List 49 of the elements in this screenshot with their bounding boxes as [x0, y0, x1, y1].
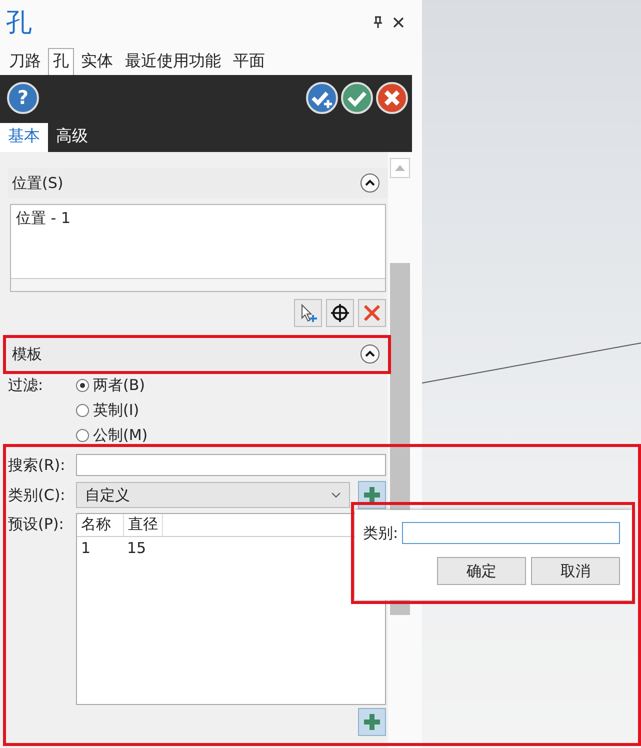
ribbon-tab[interactable]: 平面	[228, 48, 270, 75]
category-label: 类别:	[363, 524, 398, 542]
close-icon[interactable]	[393, 16, 404, 28]
section-header[interactable]: 模板	[8, 339, 388, 369]
category-dropdown[interactable]: 自定义	[76, 482, 350, 508]
column-header[interactable]: 直径	[124, 514, 163, 536]
cancel-icon[interactable]	[376, 82, 408, 114]
sub-tab[interactable]: 基本	[0, 123, 48, 152]
section-title: 模板	[12, 344, 43, 364]
preset-label: 预设(P):	[8, 514, 65, 535]
ribbon-tab[interactable]: 刀路	[4, 48, 46, 75]
pin-icon[interactable]	[373, 16, 383, 28]
radio-option[interactable]: 两者(B)	[76, 376, 145, 395]
radio-option[interactable]: 英制(I)	[76, 401, 140, 420]
table-cell-text: 1	[80, 538, 92, 559]
delete-icon	[363, 304, 381, 322]
dialog-button[interactable]: 取消	[531, 557, 620, 585]
table-cell-text: 15	[126, 538, 148, 559]
collapse-icon[interactable]	[360, 173, 380, 193]
ok-icon[interactable]	[341, 82, 373, 114]
column-header[interactable]: 名称	[77, 514, 124, 536]
category-label: 类别(C):	[8, 486, 66, 504]
horizontal-scrollbar[interactable]	[11, 278, 385, 291]
crosshair-icon	[330, 303, 350, 323]
caret-icon	[331, 492, 341, 498]
search-field[interactable]	[76, 454, 386, 476]
ribbon-tab[interactable]: 实体	[76, 48, 118, 75]
collapse-icon[interactable]	[360, 344, 380, 364]
help-button[interactable]: ?	[7, 82, 39, 114]
section-title: 位置(S)	[12, 174, 64, 192]
filter-label: 过滤:	[8, 376, 44, 395]
select-point-button[interactable]	[294, 299, 322, 327]
ribbon-tab[interactable]: 最近使用功能	[120, 48, 226, 75]
plus-icon	[363, 486, 381, 504]
ribbon-tab[interactable]: 孔	[48, 48, 74, 75]
search-label: 搜索(R):	[8, 456, 66, 474]
position-list[interactable]: 位置 - 1	[10, 204, 386, 292]
radio-option[interactable]: 公制(M)	[76, 426, 148, 445]
category-input[interactable]	[402, 522, 620, 544]
panel-title: 孔	[6, 6, 33, 40]
add-button[interactable]	[358, 708, 386, 736]
section-header[interactable]: 位置(S)	[8, 168, 388, 198]
plus-icon	[363, 713, 381, 731]
dialog-button[interactable]: 确定	[437, 557, 526, 585]
apply-icon[interactable]	[306, 82, 338, 114]
sub-tab[interactable]: 高级	[48, 123, 96, 152]
list-item[interactable]: 位置 - 1	[16, 209, 70, 228]
up-arrow-icon	[395, 165, 405, 171]
crosshair-button[interactable]	[326, 299, 354, 327]
